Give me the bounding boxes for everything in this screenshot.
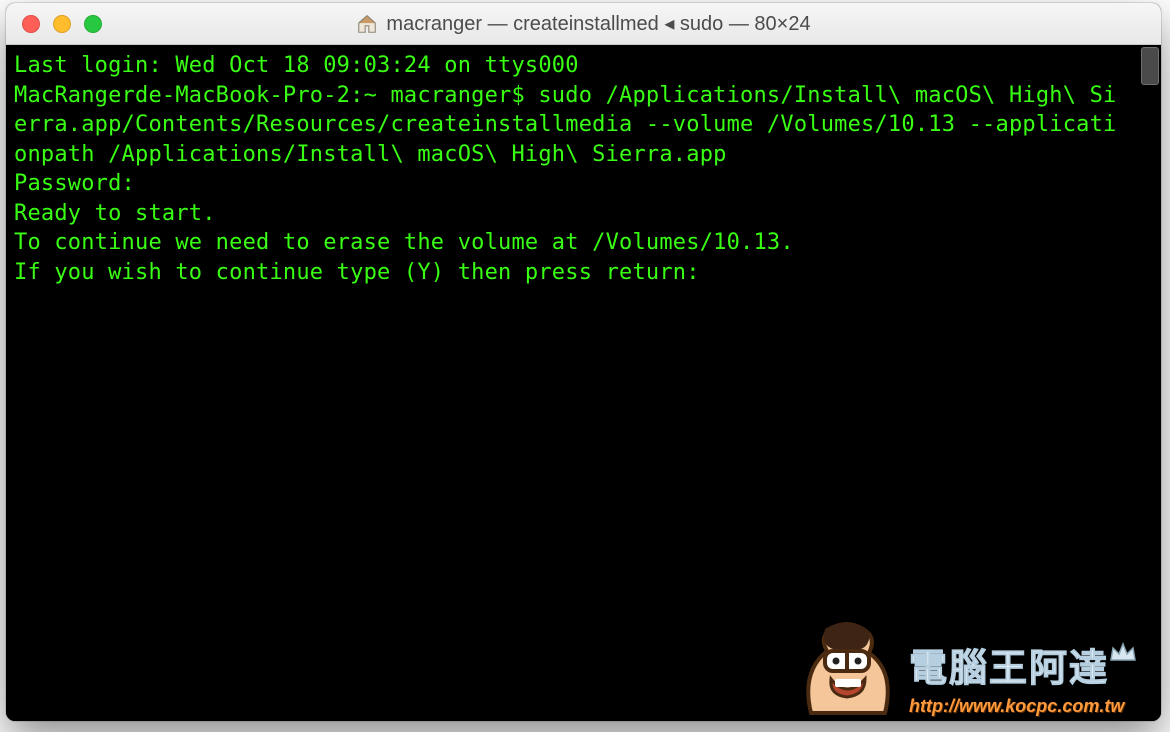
window-title: macranger — createinstallmed ◂ sudo — 80… — [386, 11, 810, 36]
watermark-url: http://www.kocpc.com.tw — [909, 696, 1124, 717]
watermark-cn: 電腦王阿達 — [909, 637, 1109, 692]
zoom-button[interactable] — [84, 15, 102, 33]
scrollbar-thumb[interactable] — [1141, 47, 1159, 85]
titlebar[interactable]: macranger — createinstallmed ◂ sudo — 80… — [6, 3, 1161, 45]
window-controls — [6, 15, 102, 33]
window-title-wrap: macranger — createinstallmed ◂ sudo — 80… — [6, 11, 1161, 36]
watermark: 電腦王阿達 http://www.kocpc.com.tw — [791, 617, 1137, 717]
terminal-body[interactable]: Last login: Wed Oct 18 09:03:24 on ttys0… — [6, 45, 1161, 721]
minimize-button[interactable] — [53, 15, 71, 33]
terminal-window: macranger — createinstallmed ◂ sudo — 80… — [6, 3, 1161, 721]
crown-icon — [1109, 631, 1137, 653]
watermark-text: 電腦王阿達 http://www.kocpc.com.tw — [909, 637, 1137, 717]
scrollbar[interactable] — [1139, 45, 1161, 721]
mascot-icon — [791, 617, 901, 717]
close-button[interactable] — [22, 15, 40, 33]
home-icon — [356, 13, 378, 35]
terminal-output: Last login: Wed Oct 18 09:03:24 on ttys0… — [6, 45, 1126, 287]
